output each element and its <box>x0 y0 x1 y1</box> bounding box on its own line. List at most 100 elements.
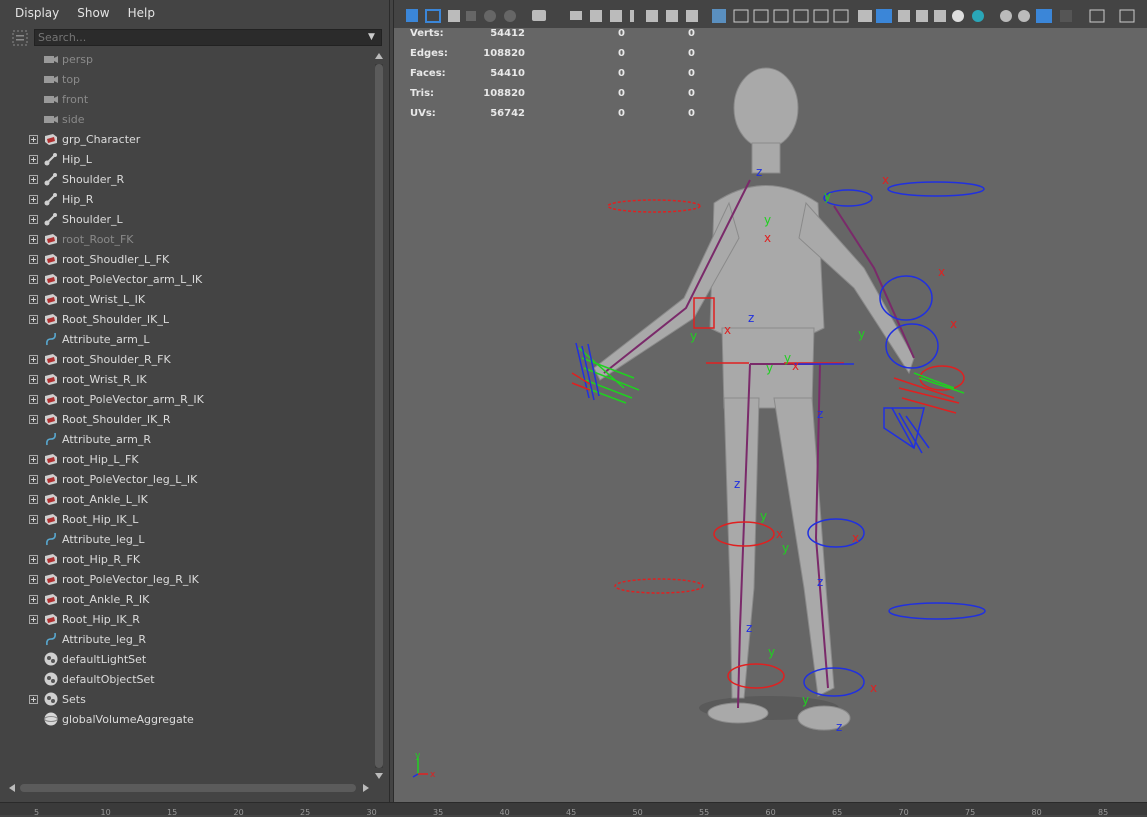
outliner-item[interactable]: Root_Hip_IK_R <box>0 609 372 629</box>
svg-text:z: z <box>746 621 752 635</box>
outliner-item-label: root_PoleVector_arm_R_IK <box>62 392 204 406</box>
group-icon <box>43 411 59 427</box>
outliner-item[interactable]: root_Ankle_R_IK <box>0 589 372 609</box>
menu-show[interactable]: Show <box>68 6 118 20</box>
expand-icon[interactable] <box>29 474 38 484</box>
multisample-icon <box>1018 10 1030 22</box>
outliner-item[interactable]: root_PoleVector_leg_R_IK <box>0 569 372 589</box>
filter-icon[interactable] <box>11 29 29 47</box>
outliner-item[interactable]: defaultLightSet <box>0 649 372 669</box>
timeline-tick: 25 <box>300 808 311 817</box>
group-icon <box>43 231 59 247</box>
expand-icon[interactable] <box>29 594 38 604</box>
outliner-item[interactable]: globalVolumeAggregate <box>0 709 372 729</box>
expand-icon[interactable] <box>29 454 38 464</box>
outliner-item[interactable]: root_PoleVector_leg_L_IK <box>0 469 372 489</box>
outliner-item[interactable]: Attribute_arm_R <box>0 429 372 449</box>
expand-icon[interactable] <box>29 174 38 184</box>
expand-icon[interactable] <box>29 374 38 384</box>
expand-icon[interactable] <box>29 214 38 224</box>
expand-icon[interactable] <box>29 294 38 304</box>
outliner-item[interactable]: root_Shoudler_L_FK <box>0 249 372 269</box>
expand-icon[interactable] <box>29 154 38 164</box>
outliner-item-label: Root_Hip_IK_R <box>62 612 140 626</box>
outliner-item[interactable]: root_Root_FK <box>0 229 372 249</box>
timeline-tick: 60 <box>765 808 776 817</box>
chevron-down-icon[interactable]: ▼ <box>368 32 375 42</box>
outliner-item[interactable]: grp_Character <box>0 129 372 149</box>
outliner-item[interactable]: root_Ankle_L_IK <box>0 489 372 509</box>
svg-text:x: x <box>776 527 783 541</box>
menu-display[interactable]: Display <box>6 6 68 20</box>
outliner-item[interactable]: top <box>0 69 372 89</box>
outliner-item-label: root_Ankle_R_IK <box>62 592 150 606</box>
outliner-item[interactable]: Attribute_leg_R <box>0 629 372 649</box>
scroll-up-arrow-icon[interactable] <box>375 52 383 60</box>
timeline-ruler[interactable]: 5 10 15 20 25 30 35 40 45 50 55 60 65 70 75 80 85 <box>0 802 1147 817</box>
expand-icon[interactable] <box>29 554 38 564</box>
viewport-panel[interactable]: Verts: 54412 0 0 Edges: 108820 0 0 Faces: 54410 0 0… <box>393 0 1147 802</box>
expand-icon[interactable] <box>29 314 38 324</box>
expand-icon[interactable] <box>29 194 38 204</box>
menu-help[interactable]: Help <box>119 6 164 20</box>
sphere-a-icon <box>484 10 496 22</box>
outliner-item[interactable]: root_Hip_L_FK <box>0 449 372 469</box>
expand-icon[interactable] <box>29 134 38 144</box>
outliner-item[interactable]: Attribute_leg_L <box>0 529 372 549</box>
vertical-scrollbar[interactable] <box>373 52 385 782</box>
outliner-item[interactable]: Shoulder_L <box>0 209 372 229</box>
horizontal-scroll-thumb[interactable] <box>20 784 356 792</box>
scroll-down-arrow-icon[interactable] <box>375 772 383 780</box>
outliner-item[interactable]: Shoulder_R <box>0 169 372 189</box>
shaded-icon <box>753 9 769 23</box>
timeline-tick: 65 <box>832 808 843 817</box>
scroll-left-arrow-icon[interactable] <box>8 784 16 792</box>
outliner-item[interactable]: root_Hip_R_FK <box>0 549 372 569</box>
xray-joints-icon <box>916 10 928 22</box>
camera-icon <box>43 71 59 87</box>
outliner-item-label: Attribute_arm_L <box>62 332 150 346</box>
expand-icon[interactable] <box>29 234 38 244</box>
outliner-item[interactable]: persp <box>0 49 372 69</box>
ao-icon <box>833 9 849 23</box>
outliner-item[interactable]: Hip_L <box>0 149 372 169</box>
expand-icon[interactable] <box>29 694 38 704</box>
timeline-tick: 5 <box>34 808 40 817</box>
toolbar-icons[interactable] <box>406 9 1135 23</box>
outliner-item[interactable]: front <box>0 89 372 109</box>
shadows-icon <box>813 9 829 23</box>
outliner-item-label: Root_Hip_IK_L <box>62 512 139 526</box>
outliner-item-label: globalVolumeAggregate <box>62 712 194 726</box>
expand-icon[interactable] <box>29 614 38 624</box>
outliner-item[interactable]: side <box>0 109 372 129</box>
resolution-gate-icon <box>610 10 622 22</box>
expand-icon[interactable] <box>29 514 38 524</box>
vertical-scroll-thumb[interactable] <box>375 64 383 768</box>
expand-icon[interactable] <box>29 394 38 404</box>
horizontal-scrollbar[interactable] <box>8 781 370 795</box>
expand-icon[interactable] <box>29 494 38 504</box>
expand-icon[interactable] <box>29 274 38 284</box>
expand-icon[interactable] <box>29 574 38 584</box>
outliner-item[interactable]: root_Shoulder_R_FK <box>0 349 372 369</box>
expand-icon[interactable] <box>29 254 38 264</box>
outliner-item[interactable]: Root_Hip_IK_L <box>0 509 372 529</box>
outliner-item[interactable]: root_PoleVector_arm_R_IK <box>0 389 372 409</box>
svg-text:z: z <box>748 311 754 325</box>
expand-icon[interactable] <box>29 414 38 424</box>
outliner-item[interactable]: defaultObjectSet <box>0 669 372 689</box>
character-mesh <box>593 67 915 731</box>
outliner-item[interactable]: Root_Shoulder_IK_L <box>0 309 372 329</box>
outliner-item[interactable]: Root_Shoulder_IK_R <box>0 409 372 429</box>
outliner-item[interactable]: root_PoleVector_arm_L_IK <box>0 269 372 289</box>
search-input[interactable] <box>34 29 382 46</box>
outliner-item[interactable]: root_Wrist_L_IK <box>0 289 372 309</box>
expand-icon[interactable] <box>29 354 38 364</box>
light-icon <box>952 10 964 22</box>
outliner-item[interactable]: root_Wrist_R_IK <box>0 369 372 389</box>
outliner-item[interactable]: Attribute_arm_L <box>0 329 372 349</box>
outliner-item[interactable]: Sets <box>0 689 372 709</box>
outliner-item[interactable]: Hip_R <box>0 189 372 209</box>
scene-view[interactable]: z y x y x z y x y z z y x z y x z y y x … <box>394 28 1147 802</box>
scroll-right-arrow-icon[interactable] <box>362 784 370 792</box>
